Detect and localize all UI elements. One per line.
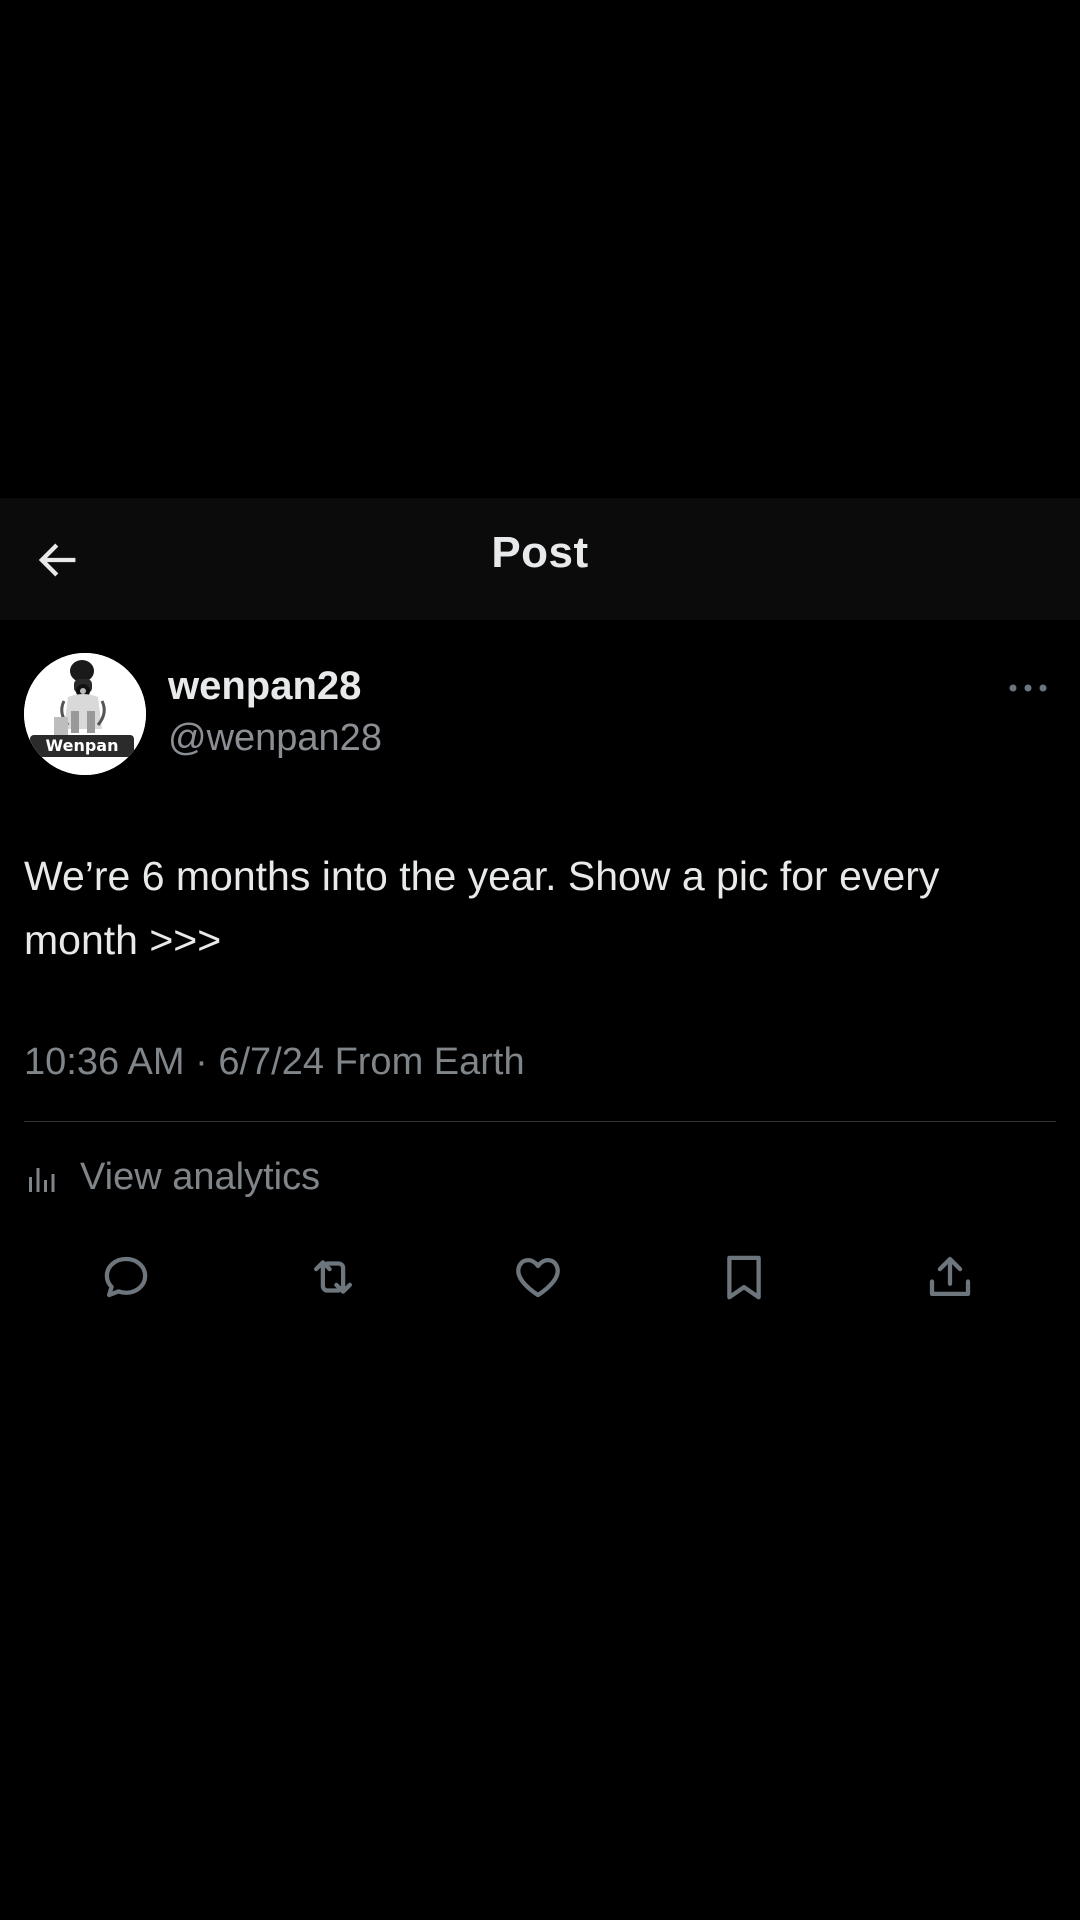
post-text: We’re 6 months into the year. Show a pic… — [24, 853, 940, 963]
post-time: 10:36 AM — [24, 1041, 185, 1083]
post-source: From Earth — [334, 1041, 525, 1083]
view-analytics-link[interactable]: View analytics — [26, 1152, 320, 1202]
author-handle[interactable]: @wenpan28 — [168, 717, 382, 760]
share-icon — [929, 1256, 971, 1297]
more-horizontal-icon — [1009, 684, 1047, 692]
share-button[interactable] — [918, 1245, 982, 1309]
more-options-button[interactable] — [1000, 668, 1056, 708]
avatar[interactable]: Wenpan — [24, 653, 146, 775]
post-detail-screen: Post Wenpan wenpan28 @wenpan28 We’re 6 m… — [0, 0, 1080, 1920]
page-title: Post — [491, 528, 589, 577]
author-display-name[interactable]: wenpan28 — [168, 664, 361, 709]
meta-separator: · — [195, 1041, 208, 1083]
top-bar: Post — [0, 498, 1080, 620]
post-date: 6/7/24 — [218, 1041, 324, 1083]
repost-button[interactable] — [301, 1245, 365, 1309]
reply-icon — [104, 1256, 148, 1298]
avatar-logo-text: Wenpan — [45, 736, 119, 755]
post-meta: 10:36 AM · 6/7/24 From Earth — [24, 1041, 525, 1084]
bar-chart-icon — [29, 1168, 55, 1192]
view-analytics-label: View analytics — [80, 1155, 321, 1198]
action-bar — [0, 1245, 1080, 1309]
repost-icon — [313, 1260, 353, 1294]
like-button[interactable] — [506, 1245, 570, 1309]
divider — [24, 1121, 1056, 1122]
reply-button[interactable] — [94, 1245, 158, 1309]
bookmark-icon — [727, 1255, 761, 1300]
heart-icon — [516, 1257, 560, 1298]
bookmark-button[interactable] — [712, 1245, 776, 1309]
